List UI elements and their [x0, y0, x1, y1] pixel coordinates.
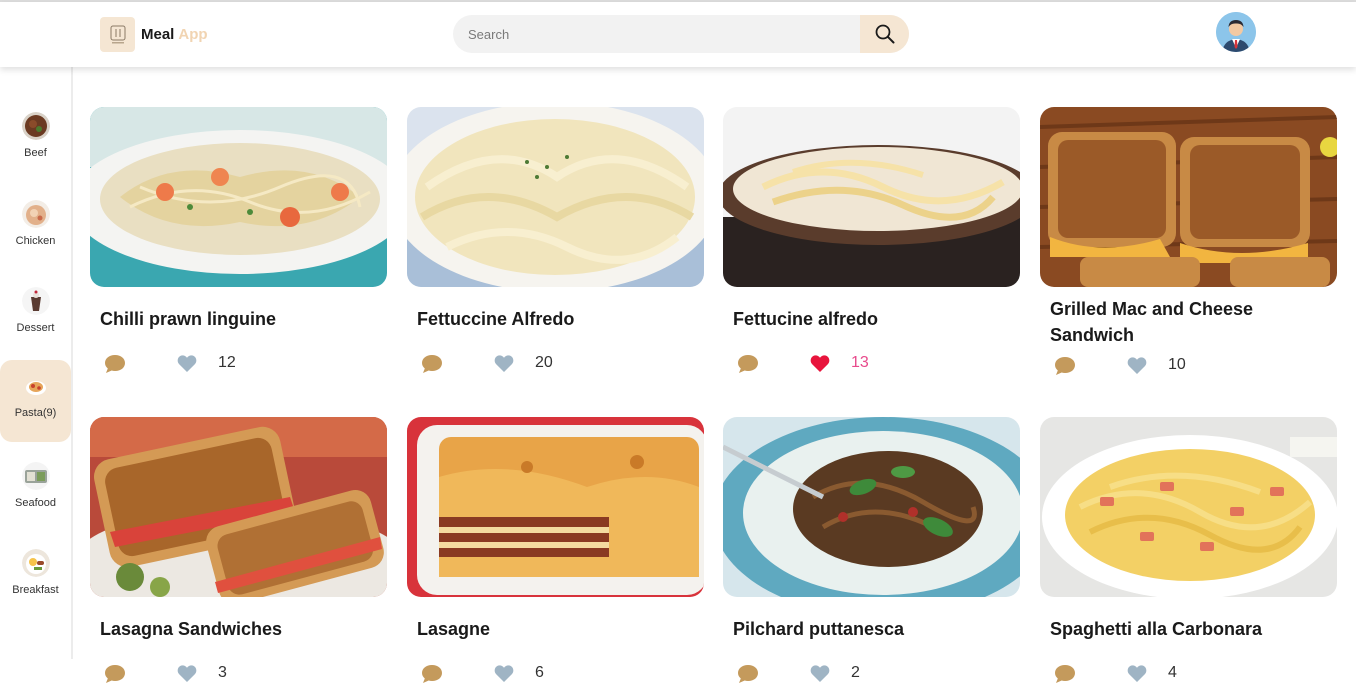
heart-icon[interactable]	[810, 664, 830, 683]
meal-title[interactable]: Lasagne	[417, 616, 697, 642]
meal-image[interactable]	[1040, 107, 1337, 287]
search-bar	[453, 15, 909, 53]
meal-title[interactable]: Chilli prawn linguine	[100, 306, 380, 332]
meal-image[interactable]	[90, 417, 387, 597]
comment-icon[interactable]	[1054, 664, 1076, 684]
app-logo[interactable]: Meal App	[100, 17, 208, 52]
meal-image[interactable]	[723, 417, 1020, 597]
beef-thumbnail	[21, 112, 50, 140]
logo-text-primary: Meal	[141, 26, 175, 43]
logo-text: Meal App	[141, 26, 208, 43]
meal-meta: 13	[723, 352, 1020, 378]
meal-card[interactable]: Spaghetti alla Carbonara 4	[1040, 417, 1337, 688]
like-count: 3	[218, 664, 227, 681]
comment-icon[interactable]	[421, 354, 443, 374]
comment-icon[interactable]	[104, 354, 126, 374]
heart-icon[interactable]	[177, 354, 197, 373]
meal-card[interactable]: Pilchard puttanesca 2	[723, 417, 1020, 688]
like-count: 10	[1168, 356, 1186, 373]
category-dessert[interactable]: Dessert	[0, 275, 71, 357]
category-seafood[interactable]: Seafood	[0, 450, 71, 532]
meal-title[interactable]: Fettuccine Alfredo	[417, 306, 697, 332]
meal-meta: 4	[1040, 662, 1337, 688]
meal-image[interactable]	[90, 107, 387, 287]
meal-image[interactable]	[1040, 417, 1337, 597]
meal-meta: 2	[723, 662, 1020, 688]
meal-meta: 10	[1040, 354, 1337, 380]
search-icon	[875, 24, 894, 44]
heart-icon-liked[interactable]	[810, 354, 830, 373]
dessert-thumbnail	[21, 287, 50, 315]
comment-icon[interactable]	[737, 354, 759, 374]
meal-image[interactable]	[723, 107, 1020, 287]
pasta-thumbnail	[21, 372, 50, 400]
heart-icon[interactable]	[1127, 356, 1147, 375]
search-input[interactable]	[453, 15, 860, 53]
meal-card[interactable]: Lasagna Sandwiches 3	[90, 417, 387, 688]
meal-title[interactable]: Lasagna Sandwiches	[100, 616, 380, 642]
meal-title[interactable]: Pilchard puttanesca	[733, 616, 1013, 642]
user-avatar-icon	[1216, 12, 1256, 52]
meal-meta: 6	[407, 662, 704, 688]
category-beef[interactable]: Beef	[0, 100, 71, 182]
like-count: 20	[535, 354, 553, 371]
category-pasta[interactable]: Pasta(9)	[0, 360, 71, 442]
meal-title[interactable]: Fettucine alfredo	[733, 306, 1013, 332]
meal-meta: 12	[90, 352, 387, 378]
meal-card[interactable]: Fettucine alfredo 13	[723, 107, 1020, 378]
comment-icon[interactable]	[737, 664, 759, 684]
heart-icon[interactable]	[1127, 664, 1147, 683]
chicken-thumbnail	[21, 200, 50, 228]
heart-icon[interactable]	[494, 354, 514, 373]
comment-icon[interactable]	[104, 664, 126, 684]
category-chicken[interactable]: Chicken	[0, 188, 71, 270]
category-label: Dessert	[16, 322, 55, 334]
category-breakfast[interactable]: Breakfast	[0, 537, 71, 619]
heart-icon[interactable]	[177, 664, 197, 683]
meal-card[interactable]: Chilli prawn linguine 12	[90, 107, 387, 378]
meal-meta: 3	[90, 662, 387, 688]
category-label: Breakfast	[12, 584, 59, 596]
meal-meta: 20	[407, 352, 704, 378]
meal-card[interactable]: Lasagne 6	[407, 417, 704, 688]
category-label: Seafood	[15, 497, 56, 509]
search-button[interactable]	[860, 15, 909, 53]
category-label: Pasta(9)	[14, 407, 57, 419]
meal-image[interactable]	[407, 107, 704, 287]
comment-icon[interactable]	[421, 664, 443, 684]
meal-card[interactable]: Grilled Mac and Cheese Sandwich 10	[1040, 107, 1337, 380]
meal-title[interactable]: Spaghetti alla Carbonara	[1050, 616, 1330, 642]
category-label: Chicken	[15, 235, 56, 247]
breakfast-thumbnail	[21, 549, 50, 577]
like-count: 4	[1168, 664, 1177, 681]
seafood-thumbnail	[21, 462, 50, 490]
meal-card[interactable]: Fettuccine Alfredo 20	[407, 107, 704, 378]
logo-icon	[100, 17, 135, 52]
like-count: 12	[218, 354, 236, 371]
logo-text-secondary: App	[178, 26, 208, 43]
meal-image[interactable]	[407, 417, 704, 597]
comment-icon[interactable]	[1054, 356, 1076, 376]
heart-icon[interactable]	[494, 664, 514, 683]
like-count: 13	[851, 354, 869, 371]
like-count: 6	[535, 664, 544, 681]
category-sidebar: Beef Chicken Dessert Pasta(9) Seafood Br…	[0, 67, 73, 659]
app-header: Meal App	[0, 2, 1356, 67]
meal-title[interactable]: Grilled Mac and Cheese Sandwich	[1050, 296, 1330, 348]
user-avatar[interactable]	[1216, 12, 1256, 52]
like-count: 2	[851, 664, 860, 681]
category-label: Beef	[24, 147, 47, 159]
